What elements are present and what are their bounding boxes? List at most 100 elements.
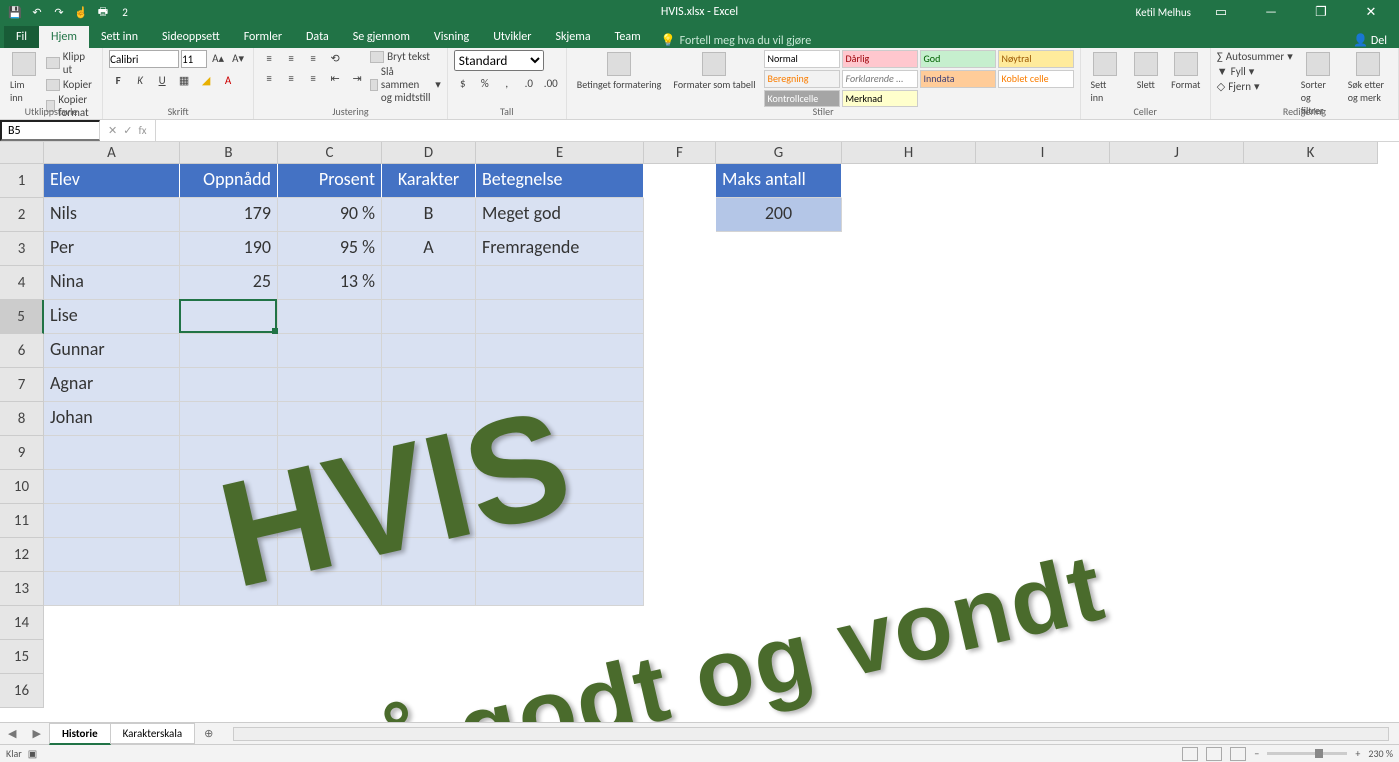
copy-button[interactable]: Kopier — [46, 78, 96, 91]
cell[interactable]: 190 — [180, 232, 278, 266]
cell[interactable] — [278, 402, 382, 436]
cell[interactable]: Johan — [44, 402, 180, 436]
qat-item[interactable]: 2 — [118, 6, 132, 19]
tell-me[interactable]: 💡 Fortell meg hva du vil gjøre — [661, 33, 811, 48]
zoom-slider[interactable] — [1267, 752, 1347, 755]
cell[interactable]: Nils — [44, 198, 180, 232]
cell[interactable]: B — [382, 198, 476, 232]
fx-icon[interactable]: fx — [138, 124, 146, 137]
tab-settinn[interactable]: Sett inn — [89, 26, 150, 48]
cell[interactable] — [180, 368, 278, 402]
cell[interactable]: Prosent — [278, 164, 382, 198]
cell[interactable]: Agnar — [44, 368, 180, 402]
cell[interactable] — [180, 436, 278, 470]
style-darlig[interactable]: Dårlig — [842, 50, 918, 68]
select-all-corner[interactable] — [0, 142, 44, 164]
row-header[interactable]: 6 — [0, 334, 44, 368]
paste-button[interactable]: Lim inn — [6, 50, 42, 106]
column-header[interactable]: K — [1244, 142, 1378, 164]
cell[interactable]: Lise — [44, 300, 180, 334]
cell[interactable]: Karakter — [382, 164, 476, 198]
close-icon[interactable]: ✕ — [1351, 5, 1391, 20]
italic-button[interactable]: K — [131, 72, 149, 90]
clear-button[interactable]: ◇ Fjern ▾ — [1217, 80, 1293, 93]
cell[interactable] — [476, 368, 644, 402]
cell[interactable]: A — [382, 232, 476, 266]
sheet-nav-prev-icon[interactable]: ◀ — [0, 727, 24, 740]
indent-dec-icon[interactable]: ⇤ — [326, 70, 344, 88]
cell[interactable] — [382, 300, 476, 334]
cell[interactable] — [278, 470, 382, 504]
cell[interactable] — [476, 538, 644, 572]
minimize-icon[interactable]: — — [1251, 5, 1291, 20]
cell[interactable] — [476, 402, 644, 436]
cell[interactable] — [476, 470, 644, 504]
row-header[interactable]: 3 — [0, 232, 44, 266]
style-inndata[interactable]: Inndata — [920, 70, 996, 88]
row-header[interactable]: 4 — [0, 266, 44, 300]
tab-skjema[interactable]: Skjema — [543, 26, 602, 48]
row-header[interactable]: 7 — [0, 368, 44, 402]
tab-hjem[interactable]: Hjem — [39, 26, 89, 48]
column-header[interactable]: B — [180, 142, 278, 164]
cell[interactable] — [44, 504, 180, 538]
cell[interactable] — [476, 300, 644, 334]
font-color-button[interactable]: A — [219, 72, 237, 90]
conditional-format-button[interactable]: Betinget formatering — [573, 50, 666, 93]
row-header[interactable]: 12 — [0, 538, 44, 572]
column-header[interactable]: H — [842, 142, 976, 164]
zoom-out-icon[interactable]: − — [1254, 747, 1259, 760]
redo-icon[interactable]: ↷ — [52, 6, 66, 19]
cell[interactable] — [278, 300, 382, 334]
cell[interactable] — [44, 538, 180, 572]
cell[interactable] — [382, 470, 476, 504]
autosum-button[interactable]: ∑ Autosummer ▾ — [1217, 50, 1293, 63]
tab-segjennom[interactable]: Se gjennom — [341, 26, 422, 48]
shrink-font-icon[interactable]: A▾ — [229, 50, 247, 68]
cell[interactable]: Fremragende — [476, 232, 644, 266]
cell[interactable]: 13 % — [278, 266, 382, 300]
cell[interactable] — [476, 572, 644, 606]
tab-data[interactable]: Data — [294, 26, 341, 48]
enter-formula-icon[interactable]: ✓ — [123, 124, 132, 137]
cell[interactable] — [278, 504, 382, 538]
cut-button[interactable]: Klipp ut — [46, 50, 96, 76]
tab-formler[interactable]: Formler — [232, 26, 294, 48]
style-god[interactable]: God — [920, 50, 996, 68]
orientation-icon[interactable]: ⟲ — [326, 50, 344, 68]
row-header[interactable]: 2 — [0, 198, 44, 232]
sheet-tab-karakterskala[interactable]: Karakterskala — [110, 723, 196, 744]
cell[interactable] — [180, 572, 278, 606]
touch-mode-icon[interactable]: ☝ — [74, 6, 88, 19]
row-header[interactable]: 14 — [0, 606, 44, 640]
tab-utvikler[interactable]: Utvikler — [481, 26, 543, 48]
inc-decimal-icon[interactable]: .0 — [520, 75, 538, 93]
cell[interactable] — [476, 504, 644, 538]
cell[interactable] — [180, 402, 278, 436]
tab-team[interactable]: Team — [603, 26, 653, 48]
user-name[interactable]: Ketil Melhus — [1136, 6, 1191, 19]
tab-visning[interactable]: Visning — [422, 26, 481, 48]
row-header[interactable]: 8 — [0, 402, 44, 436]
name-box[interactable] — [0, 120, 100, 141]
worksheet-grid[interactable]: ABCDEFGHIJK 12345678910111213141516 Elev… — [0, 142, 1399, 722]
delete-cells-button[interactable]: Slett — [1128, 50, 1164, 93]
cell[interactable]: Oppnådd — [180, 164, 278, 198]
row-header[interactable]: 13 — [0, 572, 44, 606]
row-header[interactable]: 5 — [0, 300, 44, 334]
comma-icon[interactable]: , — [498, 75, 516, 93]
indent-inc-icon[interactable]: ⇥ — [348, 70, 366, 88]
cell[interactable] — [382, 538, 476, 572]
cell[interactable] — [382, 504, 476, 538]
cell[interactable] — [476, 436, 644, 470]
new-sheet-button[interactable]: ⊕ — [194, 727, 223, 740]
fill-button[interactable]: ▼ Fyll ▾ — [1217, 65, 1293, 78]
cell[interactable] — [278, 538, 382, 572]
cell[interactable] — [278, 334, 382, 368]
cell[interactable]: Elev — [44, 164, 180, 198]
column-header[interactable]: J — [1110, 142, 1244, 164]
style-forklarende[interactable]: Forklarende ... — [842, 70, 918, 88]
find-select-button[interactable]: Søk etter og merk — [1344, 50, 1392, 106]
cell[interactable]: Meget god — [476, 198, 644, 232]
cell[interactable] — [382, 572, 476, 606]
